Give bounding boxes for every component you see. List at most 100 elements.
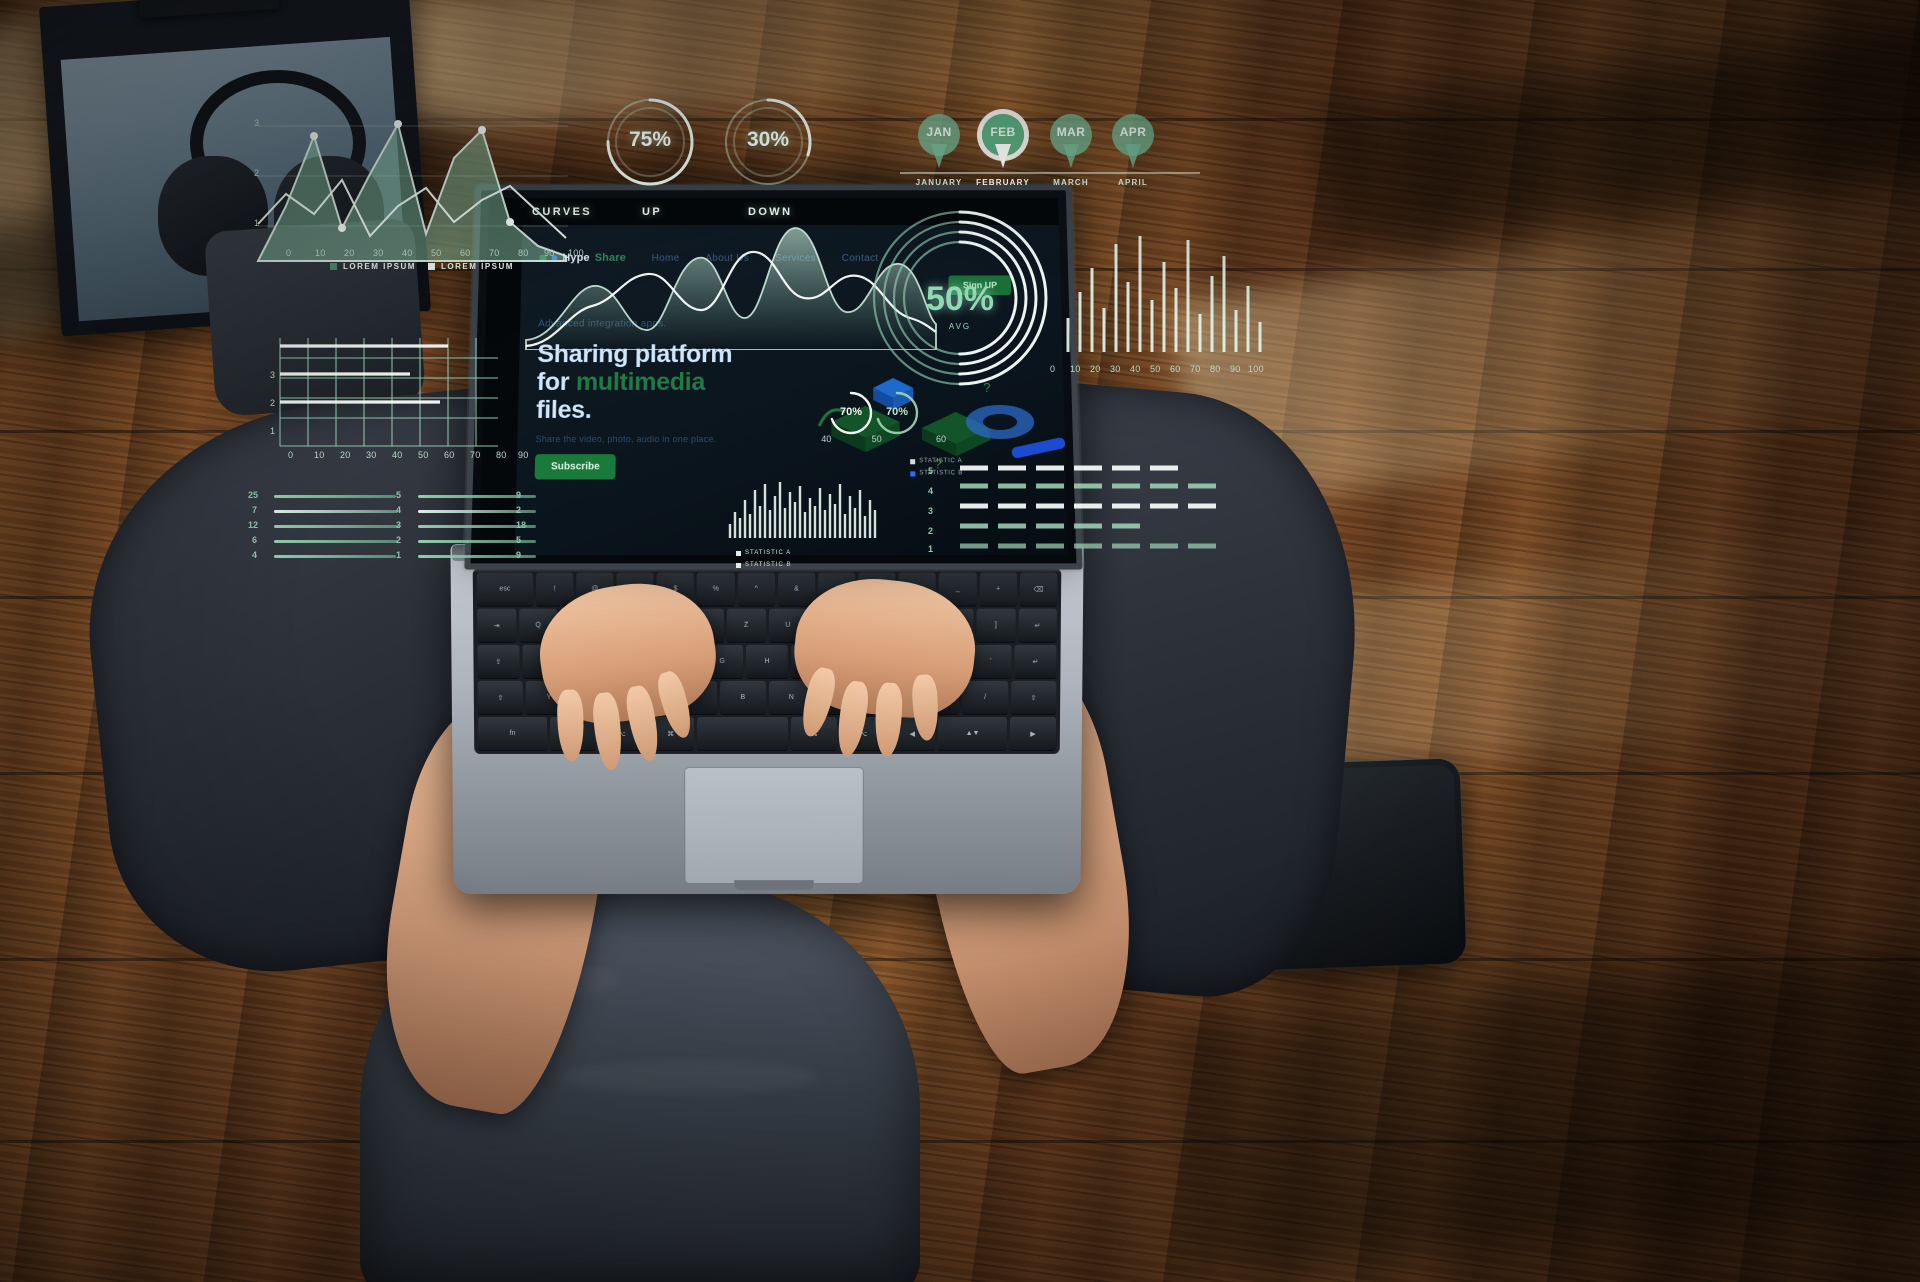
grid-chart-ytick-3: 3 <box>270 370 276 380</box>
headline-line-2-accent: multimedia <box>575 368 706 396</box>
keyboard-key[interactable]: B <box>720 680 766 715</box>
timeline-pin-feb[interactable]: FEB <box>982 114 1024 170</box>
keyboard-key[interactable]: ⇧ <box>477 680 524 715</box>
pin-label-feb: FEB <box>990 125 1016 139</box>
scene-root: esc!@#$%^&*()_+⌫ ⇥QWERTZUIOP[]↵ ⇪ASDFGHJ… <box>0 0 1920 1282</box>
matrix-ytick-5: 5 <box>928 466 934 476</box>
laptop-base: esc!@#$%^&*()_+⌫ ⇥QWERTZUIOP[]↵ ⇪ASDFGHJ… <box>450 544 1084 895</box>
gauge-ring-75: 75% <box>604 96 696 188</box>
brand-logo[interactable]: Hype Share <box>539 252 626 264</box>
keyboard-key[interactable]: ⇧ <box>1010 680 1057 715</box>
headline-line-1: Sharing platform <box>537 340 733 369</box>
pin-label-jan: JAN <box>926 125 952 139</box>
matrix-ytick-2: 2 <box>928 526 934 536</box>
statistic-label-b: STATISTIC B <box>736 562 791 568</box>
site-headline: Sharing platform for multimedia files. <box>536 340 732 424</box>
headline-line-2-plain: for <box>536 368 577 396</box>
grid-chart-ytick-1: 1 <box>270 426 276 436</box>
headline-line-2: for multimedia <box>536 368 732 396</box>
timeline-pin-mar[interactable]: MAR <box>1050 114 1092 170</box>
clipboard-clamp <box>138 0 280 19</box>
dashed-matrix-svg <box>960 465 1216 549</box>
legend-label-2: LOREM IPSUM <box>441 262 514 271</box>
keyboard-key[interactable]: Z <box>726 608 766 642</box>
keyboard-key[interactable]: ▶ <box>1009 717 1057 750</box>
headline-line-3: files. <box>535 395 592 424</box>
site-tagline: Advanced integration apps. <box>537 318 667 330</box>
iso-legend-statistic-a: STATISTIC A <box>910 458 962 464</box>
keyboard-key[interactable]: ↵ <box>1018 608 1057 642</box>
keyboard-key[interactable] <box>696 717 789 750</box>
pin-tip-icon <box>1063 144 1079 168</box>
shirt-fold <box>560 1060 820 1094</box>
keyboard-key[interactable]: H <box>746 644 788 678</box>
camera-bag <box>203 217 427 418</box>
stat-label-b-text: STATISTIC B <box>745 562 792 568</box>
keyboard-key[interactable]: ! <box>535 572 574 606</box>
legend-lorem-ipsum-2: LOREM IPSUM <box>428 262 514 271</box>
gauge-ring-70-a: 70% <box>828 390 874 436</box>
keyboard-key[interactable]: ^ <box>737 572 775 606</box>
keyboard-key[interactable]: + <box>979 572 1017 606</box>
keyboard-key[interactable]: esc <box>476 572 533 606</box>
gauge-70b-value: 70% <box>885 406 909 418</box>
wave-label-down: DOWN <box>748 206 793 218</box>
keyboard-key[interactable]: / <box>962 680 1008 715</box>
stat-label-a-text: STATISTIC A <box>745 550 792 556</box>
gauge-30-value: 30% <box>746 128 790 151</box>
legend-swatch-icon <box>330 263 337 270</box>
stat-marker-icon <box>736 562 741 568</box>
keyboard-key[interactable]: ' <box>969 644 1012 678</box>
logo-dot-icon <box>551 255 558 261</box>
gauge-avg-label: AVG <box>948 322 972 331</box>
subscribe-button[interactable]: Subscribe <box>534 454 617 480</box>
grid-chart-ytick-2: 2 <box>270 398 276 408</box>
legend-lorem-ipsum-1: LOREM IPSUM <box>330 262 416 271</box>
pin-tip-icon <box>995 144 1011 168</box>
nav-link-home[interactable]: Home <box>652 253 680 264</box>
matrix-ytick-4: 4 <box>928 486 934 496</box>
legend-swatch-icon <box>428 263 435 270</box>
keyboard-key[interactable]: ] <box>976 608 1016 642</box>
pin-label-mar: MAR <box>1056 125 1086 139</box>
gauge-75-value: 75% <box>628 128 672 151</box>
keyboard-key[interactable]: % <box>697 572 735 606</box>
logo-square-icon <box>539 254 547 262</box>
gauge-70a-value: 70% <box>839 406 863 418</box>
keyboard-key[interactable]: ↵ <box>1014 644 1057 678</box>
nav-link-about[interactable]: About Us <box>705 253 749 264</box>
site-subtext: Share the video, photo, audio in one pla… <box>535 434 717 445</box>
keyboard-key[interactable]: ⇥ <box>477 608 516 642</box>
floor-plank-line <box>0 1140 1920 1143</box>
matrix-ytick-3: 3 <box>928 506 934 516</box>
matrix-ytick-1: 1 <box>928 544 934 554</box>
brand-name-second: Share <box>594 252 627 264</box>
nav-link-services[interactable]: Services <box>775 253 816 264</box>
stat-marker-icon <box>736 550 741 556</box>
keyboard-key[interactable]: ▲▼ <box>938 717 1008 750</box>
timeline-name-april: APRIL <box>1118 178 1148 187</box>
gauge-ring-avg-50: 50% AVG <box>870 208 1050 388</box>
keyboard-key[interactable]: ⇪ <box>477 644 520 678</box>
hud-dashed-matrix: 5 4 3 2 1 <box>928 465 1216 554</box>
legend-label-1: LOREM IPSUM <box>343 262 416 271</box>
legend-marker-icon <box>910 470 916 476</box>
pin-tip-icon <box>931 144 947 168</box>
laptop-trackpad[interactable] <box>684 766 864 885</box>
gauge-ring-70-b: 70% <box>874 390 920 436</box>
wave-label-curves: CURVES <box>532 206 593 218</box>
legend-marker-icon <box>910 458 916 464</box>
keyboard-key[interactable]: & <box>777 572 816 606</box>
statistic-label-a: STATISTIC A <box>736 550 791 556</box>
timeline-pin-jan[interactable]: JAN <box>918 114 960 170</box>
brand-name-first: Hype <box>562 252 590 264</box>
iso-axis-tick-60: 60 <box>935 434 947 445</box>
wave-label-up: UP <box>642 206 663 218</box>
keyboard-key[interactable]: fn <box>477 717 548 750</box>
keyboard-key[interactable]: ⌫ <box>1019 572 1058 606</box>
keyboard-row: esc!@#$%^&*()_+⌫ <box>476 572 1058 606</box>
gauge-avg-value: 50% <box>925 280 995 318</box>
pin-label-apr: APR <box>1119 125 1147 139</box>
gauge-ring-30: 30% <box>722 96 814 188</box>
timeline-pin-apr[interactable]: APR <box>1112 114 1154 170</box>
